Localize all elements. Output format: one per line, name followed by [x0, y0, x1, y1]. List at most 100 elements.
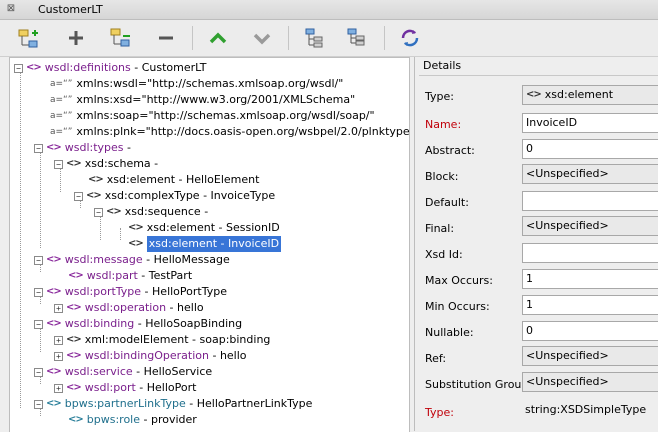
collapse-toggle[interactable]: − — [34, 367, 43, 377]
data-type-value: string:XSDSimpleType — [525, 403, 647, 416]
tree-node[interactable]: − <> xsd:sequence - — [94, 204, 208, 220]
collapse-toggle[interactable]: − — [14, 63, 23, 73]
final-label: Final: — [425, 222, 455, 235]
attribute-icon: a=“” — [50, 127, 73, 137]
attribute-icon: a=“” — [50, 95, 73, 105]
collapse-toggle[interactable]: − — [34, 319, 43, 329]
collapse-toggle[interactable]: − — [74, 191, 83, 201]
move-up-button[interactable] — [204, 24, 232, 52]
collapse-toggle[interactable]: − — [34, 287, 43, 297]
collapse-tree-icon — [347, 28, 365, 46]
substitution-group-label: Substitution Group: — [425, 378, 533, 391]
tree-node[interactable]: − <> wsdl:binding - HelloSoapBinding — [34, 316, 242, 332]
node-label: xmlns:plnk="http://docs.oasis-open.org/w… — [76, 125, 410, 138]
node-label: xsd:complexType - InvoiceType — [104, 189, 276, 202]
node-label: xmlns:xsd="http://www.w3.org/2001/XMLSch… — [76, 93, 356, 106]
nullable-label: Nullable: — [425, 326, 474, 339]
tree-connector — [20, 68, 21, 408]
collapse-button[interactable] — [342, 24, 370, 52]
tree-node[interactable]: a=“” xmlns:xsd="http://www.w3.org/2001/X… — [50, 92, 355, 108]
node-label: - TestPart — [137, 269, 193, 282]
max-occurs-field[interactable]: 1 — [522, 269, 658, 289]
details-divider — [419, 75, 658, 76]
xsd-id-label: Xsd Id: — [425, 248, 463, 261]
node-label: - HelloMessage — [142, 253, 230, 266]
element-icon: <> — [46, 318, 62, 329]
tree-node[interactable]: + <> wsdl:port - HelloPort — [54, 380, 196, 396]
tree-node[interactable]: + <> wsdl:bindingOperation - hello — [54, 348, 247, 364]
expand-toggle[interactable]: + — [54, 351, 63, 361]
node-keyword: wsdl:port — [84, 381, 136, 394]
default-field[interactable] — [522, 191, 658, 211]
name-field[interactable]: InvoiceID — [522, 113, 658, 133]
xsd-id-field[interactable] — [522, 243, 658, 263]
node-keyword: wsdl:bindingOperation — [84, 349, 209, 362]
node-keyword: wsdl:portType — [64, 285, 142, 298]
tree-node[interactable]: <> xsd:element - HelloElement — [88, 172, 259, 188]
tree-node[interactable]: a=“” xmlns:wsdl="http://schemas.xmlsoap.… — [50, 76, 343, 92]
minus-icon — [159, 36, 173, 40]
element-icon: <> — [106, 206, 122, 217]
add-child-button[interactable] — [14, 24, 42, 52]
tree-connector — [120, 228, 121, 240]
collapse-toggle[interactable]: − — [34, 143, 43, 153]
toolbar-separator — [384, 26, 385, 50]
refresh-button[interactable] — [396, 24, 424, 52]
tree-node[interactable]: − <> wsdl:definitions - CustomerLT — [14, 60, 206, 76]
toolbar-separator — [288, 26, 289, 50]
tree-node[interactable]: − <> wsdl:message - HelloMessage — [34, 252, 230, 268]
tree-node[interactable]: − <> xsd:schema - — [54, 156, 158, 172]
ref-select[interactable]: <Unspecified> — [522, 346, 658, 366]
node-label: xsd:element - InvoiceID — [146, 236, 282, 252]
node-keyword: wsdl:service — [64, 365, 133, 378]
nullable-field[interactable]: 0 — [522, 321, 658, 341]
tree-panel[interactable]: − <> wsdl:definitions - CustomerLT a=“” … — [9, 57, 410, 432]
tree-node[interactable]: − <> bpws:partnerLinkType - HelloPartner… — [34, 396, 312, 412]
collapse-toggle[interactable]: − — [94, 207, 103, 217]
tree-node-selected[interactable]: <> xsd:element - InvoiceID — [128, 236, 282, 252]
collapse-toggle[interactable]: − — [34, 399, 43, 409]
block-select[interactable]: <Unspecified> — [522, 164, 658, 184]
tree-node[interactable]: + <> xml:modelElement - soap:binding — [54, 332, 270, 348]
node-label: xmlns:soap="http://schemas.xmlsoap.org/w… — [76, 109, 375, 122]
tree-node[interactable]: − <> wsdl:service - HelloService — [34, 364, 212, 380]
abstract-field[interactable]: 0 — [522, 139, 658, 159]
expand-toggle[interactable]: + — [54, 383, 63, 393]
expand-button[interactable] — [300, 24, 328, 52]
element-type-value: xsd:element — [544, 88, 614, 101]
tree-node[interactable]: <> xsd:element - SessionID — [128, 220, 280, 236]
element-icon: <> — [68, 414, 84, 425]
node-keyword: bpws:role — [86, 413, 140, 426]
expand-toggle[interactable]: + — [54, 335, 63, 345]
tree-node[interactable]: − <> wsdl:portType - HelloPortType — [34, 284, 227, 300]
collapse-toggle[interactable]: − — [54, 159, 63, 169]
tree-node[interactable]: <> wsdl:part - TestPart — [68, 268, 192, 284]
tree-node[interactable]: <> bpws:role - provider — [68, 412, 197, 428]
element-icon: <> — [66, 350, 82, 361]
tree-node[interactable]: + <> wsdl:operation - hello — [54, 300, 204, 316]
tree-connector — [40, 148, 41, 248]
element-icon: <> — [66, 158, 82, 169]
tree-node[interactable]: a=“” xmlns:plnk="http://docs.oasis-open.… — [50, 124, 410, 140]
tree-node[interactable]: − <> xsd:complexType - InvoiceType — [74, 188, 275, 204]
move-down-button[interactable] — [248, 24, 276, 52]
collapse-toggle[interactable]: − — [34, 255, 43, 265]
add-sibling-button[interactable] — [106, 24, 134, 52]
node-label: - — [123, 141, 132, 154]
plus-icon — [69, 31, 83, 45]
substitution-group-select[interactable]: <Unspecified> — [522, 372, 658, 392]
final-select[interactable]: <Unspecified> — [522, 216, 658, 236]
element-icon: <> — [46, 366, 62, 377]
tree-node[interactable]: − <> wsdl:types - — [34, 140, 131, 156]
element-icon: <> — [526, 89, 542, 100]
min-occurs-field[interactable]: 1 — [522, 295, 658, 315]
element-type-field[interactable]: <> xsd:element — [522, 85, 658, 105]
tree-node[interactable]: a=“” xmlns:soap="http://schemas.xmlsoap.… — [50, 108, 375, 124]
element-icon: <> — [86, 190, 102, 201]
add-button[interactable] — [62, 24, 90, 52]
element-icon: <> — [46, 398, 62, 409]
element-icon: <> — [26, 62, 42, 73]
node-keyword: wsdl:message — [64, 253, 143, 266]
expand-toggle[interactable]: + — [54, 303, 63, 313]
remove-button[interactable] — [152, 24, 180, 52]
